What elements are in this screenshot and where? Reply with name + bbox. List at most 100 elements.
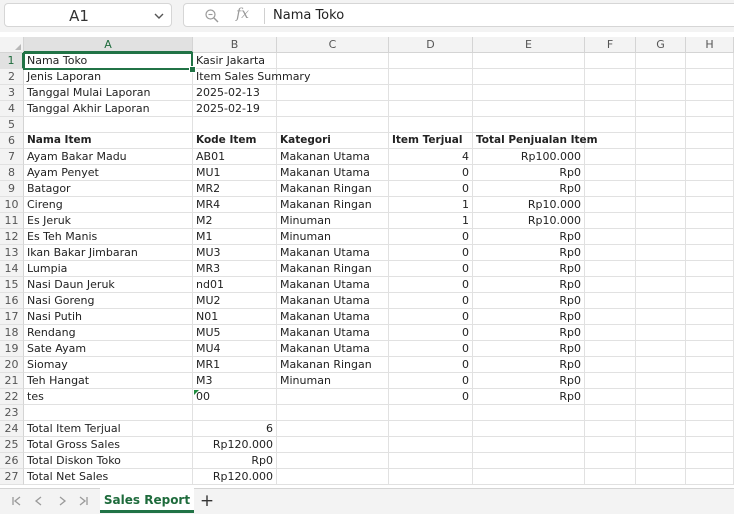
cell-c15[interactable]: Makanan Utama [277,277,389,293]
cell-g6[interactable] [636,133,686,149]
row-header-23[interactable]: 23 [0,405,24,421]
chevron-down-icon[interactable] [153,10,165,22]
cell-e18[interactable]: Rp0 [473,325,585,341]
cell-g12[interactable] [636,229,686,245]
cell-h3[interactable] [686,85,734,101]
cell-h15[interactable] [686,277,734,293]
row-header-2[interactable]: 2 [0,69,24,85]
cell-e2[interactable] [473,69,585,85]
cell-f12[interactable] [585,229,636,245]
cell-g3[interactable] [636,85,686,101]
cell-a8[interactable]: Ayam Penyet [24,165,193,181]
cell-e1[interactable] [473,53,585,69]
cell-a2[interactable]: Jenis Laporan [24,69,193,85]
cell-f8[interactable] [585,165,636,181]
cell-a20[interactable]: Siomay [24,357,193,373]
row-header-18[interactable]: 18 [0,325,24,341]
cell-e16[interactable]: Rp0 [473,293,585,309]
cell-d16[interactable]: 0 [389,293,473,309]
cell-b16[interactable]: MU2 [193,293,277,309]
cell-e24[interactable] [473,421,585,437]
cell-f10[interactable] [585,197,636,213]
cell-b19[interactable]: MU4 [193,341,277,357]
cell-d20[interactable]: 0 [389,357,473,373]
cell-f27[interactable] [585,469,636,485]
cell-d14[interactable]: 0 [389,261,473,277]
row-header-6[interactable]: 6 [0,133,24,149]
cell-e10[interactable]: Rp10.000 [473,197,585,213]
row-header-25[interactable]: 25 [0,437,24,453]
cell-c14[interactable]: Makanan Ringan [277,261,389,277]
sheet-grid[interactable]: A B C D E F G H 1 Nama Toko Kasir Jakarta 2 Jenis La… [0,37,734,488]
cell-h20[interactable] [686,357,734,373]
cell-d9[interactable]: 0 [389,181,473,197]
row-header-21[interactable]: 21 [0,373,24,389]
cell-d17[interactable]: 0 [389,309,473,325]
cell-c2[interactable] [277,69,389,85]
cell-h11[interactable] [686,213,734,229]
cell-c13[interactable]: Makanan Utama [277,245,389,261]
row-header-15[interactable]: 15 [0,277,24,293]
cell-a14[interactable]: Lumpia [24,261,193,277]
next-sheet-icon[interactable] [55,494,69,508]
cell-a4[interactable]: Tanggal Akhir Laporan [24,101,193,117]
cell-b22[interactable]: 00 [193,389,277,405]
cell-d15[interactable]: 0 [389,277,473,293]
cell-b21[interactable]: M3 [193,373,277,389]
column-header-c[interactable]: C [277,37,389,53]
cell-d5[interactable] [389,117,473,133]
cell-b12[interactable]: M1 [193,229,277,245]
cell-b6[interactable]: Kode Item [193,133,277,149]
cell-c1[interactable] [277,53,389,69]
row-header-9[interactable]: 9 [0,181,24,197]
cell-a16[interactable]: Nasi Goreng [24,293,193,309]
cell-g13[interactable] [636,245,686,261]
zoom-icon[interactable] [204,8,220,24]
cell-a18[interactable]: Rendang [24,325,193,341]
cell-h7[interactable] [686,149,734,165]
cell-f13[interactable] [585,245,636,261]
cell-d13[interactable]: 0 [389,245,473,261]
cell-h5[interactable] [686,117,734,133]
cell-b10[interactable]: MR4 [193,197,277,213]
cell-h26[interactable] [686,453,734,469]
cell-g24[interactable] [636,421,686,437]
row-header-7[interactable]: 7 [0,149,24,165]
first-sheet-icon[interactable] [10,494,24,508]
cell-b14[interactable]: MR3 [193,261,277,277]
cell-c12[interactable]: Minuman [277,229,389,245]
cell-a7[interactable]: Ayam Bakar Madu [24,149,193,165]
cell-b1[interactable]: Kasir Jakarta [193,53,277,69]
cell-f15[interactable] [585,277,636,293]
cell-d6[interactable]: Item Terjual [389,133,473,149]
cell-g10[interactable] [636,197,686,213]
cell-c8[interactable]: Makanan Utama [277,165,389,181]
fill-handle[interactable] [189,66,196,73]
row-header-19[interactable]: 19 [0,341,24,357]
cell-a17[interactable]: Nasi Putih [24,309,193,325]
cell-e4[interactable] [473,101,585,117]
cell-e26[interactable] [473,453,585,469]
cell-b8[interactable]: MU1 [193,165,277,181]
cell-a10[interactable]: Cireng [24,197,193,213]
row-header-12[interactable]: 12 [0,229,24,245]
cell-g26[interactable] [636,453,686,469]
cell-f6[interactable] [585,133,636,149]
row-header-26[interactable]: 26 [0,453,24,469]
cell-b25[interactable]: Rp120.000 [193,437,277,453]
cell-d26[interactable] [389,453,473,469]
cell-b20[interactable]: MR1 [193,357,277,373]
cell-e3[interactable] [473,85,585,101]
cell-d24[interactable] [389,421,473,437]
cell-h13[interactable] [686,245,734,261]
fx-icon[interactable]: fx [236,6,249,22]
last-sheet-icon[interactable] [76,494,90,508]
cell-c5[interactable] [277,117,389,133]
cell-f24[interactable] [585,421,636,437]
cell-h2[interactable] [686,69,734,85]
cell-a27[interactable]: Total Net Sales [24,469,193,485]
row-header-3[interactable]: 3 [0,85,24,101]
cell-h10[interactable] [686,197,734,213]
row-header-22[interactable]: 22 [0,389,24,405]
cell-h8[interactable] [686,165,734,181]
